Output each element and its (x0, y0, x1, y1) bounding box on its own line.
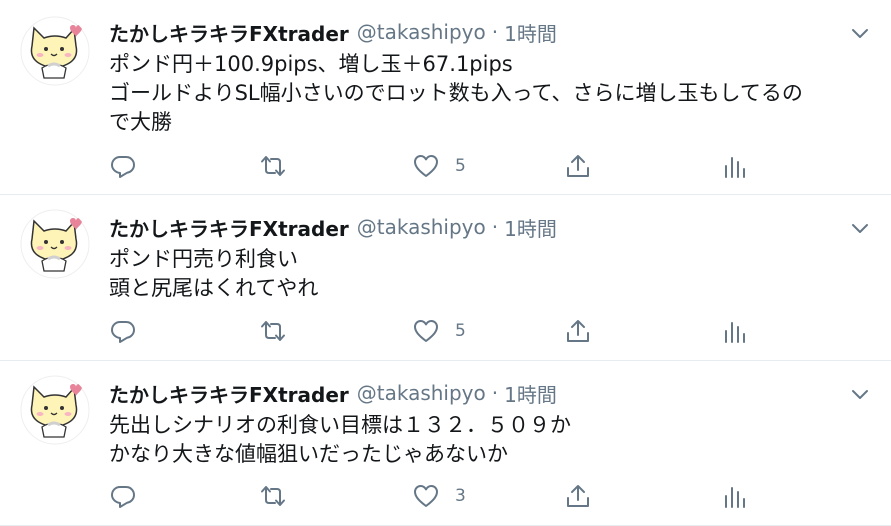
analytics-icon (725, 322, 745, 343)
retweet-button[interactable] (260, 481, 286, 511)
author-name[interactable]: たかしキラキラFXtrader (109, 213, 349, 242)
chevron-down-icon[interactable] (851, 385, 869, 403)
reply-button[interactable] (110, 481, 136, 511)
timestamp[interactable]: 1時間 (504, 213, 557, 242)
retweet-icon (261, 156, 285, 176)
tweet-actions: 3 (110, 481, 750, 511)
like-button[interactable]: 5 (413, 316, 466, 346)
share-icon (567, 485, 589, 507)
share-button[interactable] (565, 481, 591, 511)
heart-icon (414, 155, 438, 177)
reply-icon (111, 321, 135, 343)
analytics-button[interactable] (722, 481, 748, 511)
timestamp[interactable]: 1時間 (504, 18, 557, 47)
separator: · (491, 20, 499, 44)
share-icon (567, 320, 589, 342)
like-count: 5 (455, 156, 466, 176)
tweet[interactable]: たかしキラキラFXtrader @takashipyo · 1時間 先出しシナリ… (0, 361, 891, 526)
like-button[interactable]: 3 (413, 481, 466, 511)
retweet-button[interactable] (260, 151, 286, 181)
tweet-header: たかしキラキラFXtrader @takashipyo · 1時間 (109, 18, 557, 46)
author-handle[interactable]: @takashipyo (357, 215, 486, 239)
share-button[interactable] (565, 316, 591, 346)
retweet-icon (261, 486, 285, 506)
author-name[interactable]: たかしキラキラFXtrader (109, 379, 349, 408)
timestamp[interactable]: 1時間 (504, 379, 557, 408)
reply-button[interactable] (110, 151, 136, 181)
retweet-button[interactable] (260, 316, 286, 346)
analytics-icon (725, 487, 745, 508)
author-handle[interactable]: @takashipyo (357, 20, 486, 44)
analytics-button[interactable] (722, 316, 748, 346)
cat-avatar-icon (20, 209, 90, 279)
like-count: 3 (455, 486, 466, 506)
analytics-button[interactable] (722, 151, 748, 181)
share-button[interactable] (565, 151, 591, 181)
retweet-icon (261, 321, 285, 341)
like-button[interactable]: 5 (413, 151, 466, 181)
reply-icon (111, 156, 135, 178)
author-handle[interactable]: @takashipyo (357, 381, 486, 405)
heart-icon (414, 320, 438, 342)
cat-avatar-icon (20, 16, 90, 86)
analytics-icon (725, 157, 745, 178)
reply-button[interactable] (110, 316, 136, 346)
like-count: 5 (455, 321, 466, 341)
tweet[interactable]: たかしキラキラFXtrader @takashipyo · 1時間 ポンド円売り… (0, 195, 891, 361)
tweet-feed: たかしキラキラFXtrader @takashipyo · 1時間 ポンド円＋1… (0, 0, 891, 526)
tweet-actions: 5 (110, 316, 750, 346)
avatar[interactable] (20, 375, 90, 445)
cat-avatar-icon (20, 375, 90, 445)
reply-icon (111, 486, 135, 508)
separator: · (491, 381, 499, 405)
chevron-down-icon[interactable] (851, 24, 869, 42)
tweet-header: たかしキラキラFXtrader @takashipyo · 1時間 (109, 213, 557, 241)
tweet-text: 先出しシナリオの利食い目標は１３２．５０９か かなり大きな値幅狙いだったじゃあな… (109, 413, 571, 466)
separator: · (491, 215, 499, 239)
tweet-actions: 5 (110, 151, 750, 181)
avatar[interactable] (20, 209, 90, 279)
tweet-text: ポンド円売り利食い 頭と尻尾はくれてやれ (109, 247, 319, 300)
author-name[interactable]: たかしキラキラFXtrader (109, 18, 349, 47)
share-icon (567, 155, 589, 177)
tweet-text: ポンド円＋100.9pips、増し玉＋67.1pips ゴールドよりSL幅小さい… (109, 52, 803, 134)
heart-icon (414, 485, 438, 507)
avatar[interactable] (20, 16, 90, 86)
tweet[interactable]: たかしキラキラFXtrader @takashipyo · 1時間 ポンド円＋1… (0, 0, 891, 195)
chevron-down-icon[interactable] (851, 219, 869, 237)
tweet-header: たかしキラキラFXtrader @takashipyo · 1時間 (109, 379, 557, 407)
